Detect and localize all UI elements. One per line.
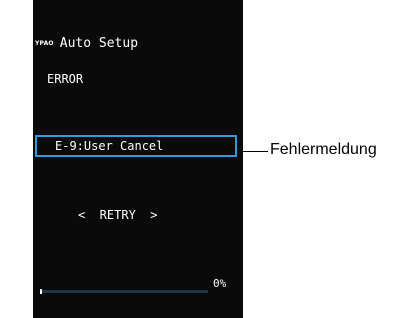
display-screen: YPAO Auto Setup ERROR E-9:User Cancel < … bbox=[33, 0, 243, 318]
progress-bar bbox=[40, 289, 208, 294]
screen-header: YPAO Auto Setup bbox=[33, 36, 138, 51]
error-label: ERROR bbox=[47, 72, 84, 86]
progress-percentage: 0% bbox=[213, 277, 227, 290]
progress-bar-fill bbox=[40, 289, 42, 294]
callout-line bbox=[243, 151, 268, 152]
retry-option[interactable]: < RETRY > bbox=[78, 208, 157, 222]
ypao-logo: YPAO bbox=[35, 40, 54, 47]
error-message-box: E-9:User Cancel bbox=[35, 135, 237, 157]
error-message: E-9:User Cancel bbox=[55, 139, 164, 153]
screen-title: Auto Setup bbox=[59, 36, 139, 51]
callout-label: Fehlermeldung bbox=[270, 141, 377, 158]
